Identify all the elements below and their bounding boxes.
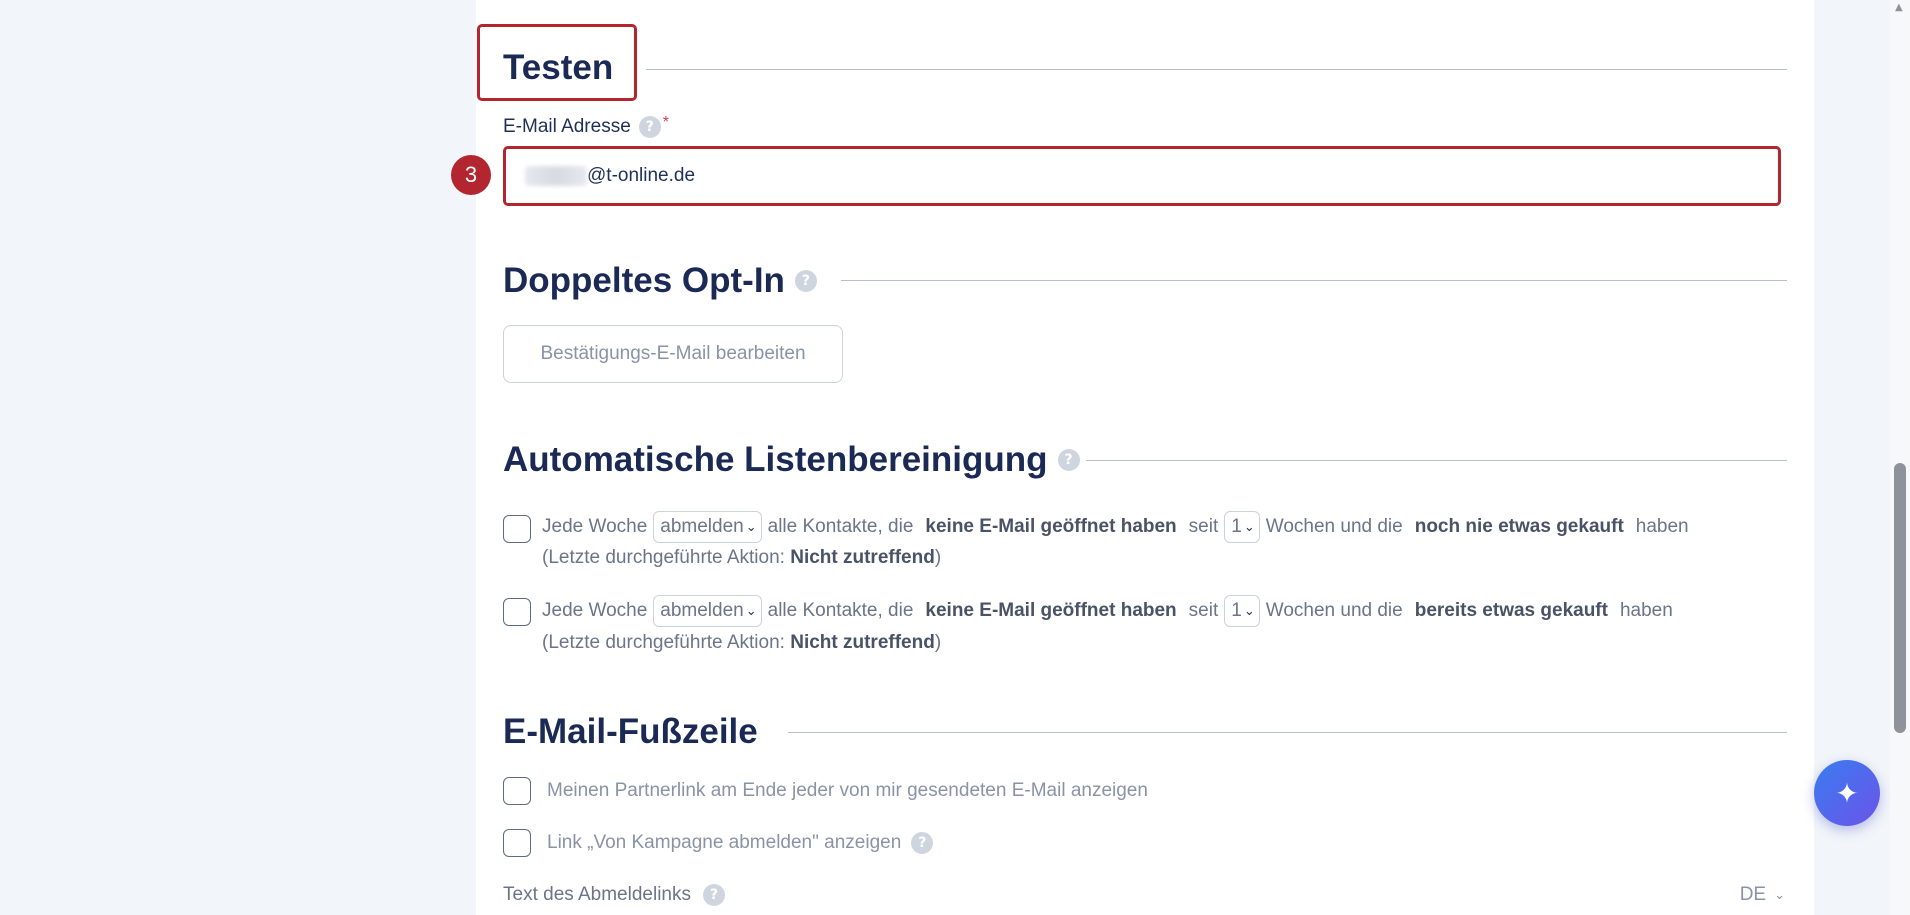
unsubscribe-link-checkbox[interactable] xyxy=(503,829,531,857)
cleanup-rule-1-last-action: (Letzte durchgeführte Aktion: Nicht zutr… xyxy=(542,547,941,569)
language-value: DE xyxy=(1739,884,1767,905)
scroll-up-arrow-icon[interactable]: ▲ xyxy=(1895,2,1903,13)
last-action-close: ) xyxy=(934,547,942,568)
rule-text: alle Kontakte, die xyxy=(767,516,914,537)
unsubscribe-link-option: Link „Von Kampagne abmelden" anzeigen ? xyxy=(547,832,934,854)
rule-text: Jede Woche xyxy=(542,516,648,537)
language-select[interactable]: DE ⌄ xyxy=(1740,884,1785,906)
help-icon[interactable]: ? xyxy=(703,884,725,906)
cleanup-action-select[interactable]: abmelden ⌄ xyxy=(653,595,762,627)
help-icon[interactable]: ? xyxy=(794,270,817,292)
email-field[interactable]: @t-online.de xyxy=(507,149,1777,203)
help-icon[interactable]: ? xyxy=(638,116,661,138)
unsubscribe-text-label: Text des Abmeldelinks ? xyxy=(503,884,725,906)
cleanup-rule-1: Jede Woche abmelden ⌄ alle Kontakte, die… xyxy=(542,511,1695,543)
section-email-footer: E-Mail-Fußzeile xyxy=(503,712,758,752)
last-action-label: (Letzte durchgeführte Aktion: xyxy=(542,547,785,568)
last-action-label: (Letzte durchgeführte Aktion: xyxy=(542,632,785,653)
divider xyxy=(646,69,1787,70)
rule-text: haben xyxy=(1635,516,1689,537)
divider xyxy=(1086,460,1787,461)
select-value: abmelden xyxy=(660,516,744,537)
partnerlink-option: Meinen Partnerlink am Ende jeder von mir… xyxy=(547,780,1148,802)
rule-text: seit xyxy=(1188,516,1219,537)
section-title-testen: Testen xyxy=(503,48,614,87)
rule-text: Jede Woche xyxy=(542,600,648,621)
cleanup-rule-1-checkbox[interactable] xyxy=(503,515,531,543)
help-icon[interactable]: ? xyxy=(911,832,934,854)
ai-assistant-button[interactable]: ✦ xyxy=(1814,760,1880,826)
redacted-text xyxy=(525,166,587,186)
partnerlink-checkbox[interactable] xyxy=(503,777,531,805)
last-action-close: ) xyxy=(934,632,942,653)
section-title-email-footer: E-Mail-Fußzeile xyxy=(503,712,758,751)
rule-text: Wochen und die xyxy=(1265,516,1403,537)
cleanup-action-select[interactable]: abmelden ⌄ xyxy=(653,511,762,543)
partnerlink-label: Meinen Partnerlink am Ende jeder von mir… xyxy=(547,780,1148,801)
unsubscribe-text-label-text: Text des Abmeldelinks xyxy=(503,884,691,905)
sparkles-icon: ✦ xyxy=(1835,776,1859,810)
weeks-select[interactable]: 1 ⌄ xyxy=(1224,511,1260,543)
edit-confirmation-email-button[interactable]: Bestätigungs-E-Mail bearbeiten xyxy=(503,325,843,383)
rule-bold-text: keine E-Mail geöffnet haben xyxy=(925,516,1177,537)
last-action-value: Nicht zutreffend xyxy=(790,547,935,568)
required-marker: * xyxy=(662,114,670,131)
rule-text: alle Kontakte, die xyxy=(767,600,914,621)
rule-text: seit xyxy=(1188,600,1219,621)
cleanup-rule-2: Jede Woche abmelden ⌄ alle Kontakte, die… xyxy=(542,595,1679,627)
weeks-select[interactable]: 1 ⌄ xyxy=(1224,595,1260,627)
rule-text: haben xyxy=(1619,600,1673,621)
scrollbar-thumb[interactable] xyxy=(1894,463,1906,733)
section-double-opt-in: Doppeltes Opt-In ? xyxy=(503,261,817,301)
chevron-down-icon: ⌄ xyxy=(745,603,757,619)
email-label-text: E-Mail Adresse xyxy=(503,116,631,137)
chevron-down-icon: ⌄ xyxy=(1774,887,1785,903)
rule-bold-text: bereits etwas gekauft xyxy=(1414,600,1608,621)
email-field-label: E-Mail Adresse ? * xyxy=(503,114,670,138)
section-title-list-cleanup: Automatische Listenbereinigung xyxy=(503,440,1048,479)
chevron-down-icon: ⌄ xyxy=(1243,603,1255,619)
section-list-cleanup: Automatische Listenbereinigung ? xyxy=(503,440,1080,480)
cleanup-rule-2-last-action: (Letzte durchgeführte Aktion: Nicht zutr… xyxy=(542,632,941,654)
step-badge: 3 xyxy=(451,155,491,195)
last-action-value: Nicht zutreffend xyxy=(790,632,935,653)
divider xyxy=(841,280,1787,281)
email-value: @t-online.de xyxy=(587,165,696,186)
scrollbar[interactable] xyxy=(1890,0,1910,915)
divider xyxy=(788,732,1787,733)
select-value: 1 xyxy=(1231,516,1242,537)
cleanup-rule-2-checkbox[interactable] xyxy=(503,598,531,626)
section-title-double-opt-in: Doppeltes Opt-In xyxy=(503,261,785,300)
select-value: 1 xyxy=(1231,600,1242,621)
section-testen: Testen xyxy=(503,48,613,88)
rule-text: Wochen und die xyxy=(1265,600,1403,621)
rule-bold-text: keine E-Mail geöffnet haben xyxy=(925,600,1177,621)
help-icon[interactable]: ? xyxy=(1057,449,1080,471)
chevron-down-icon: ⌄ xyxy=(1243,519,1255,535)
unsubscribe-link-label: Link „Von Kampagne abmelden" anzeigen xyxy=(547,832,902,853)
rule-bold-text: noch nie etwas gekauft xyxy=(1414,516,1624,537)
chevron-down-icon: ⌄ xyxy=(745,519,757,535)
select-value: abmelden xyxy=(660,600,744,621)
